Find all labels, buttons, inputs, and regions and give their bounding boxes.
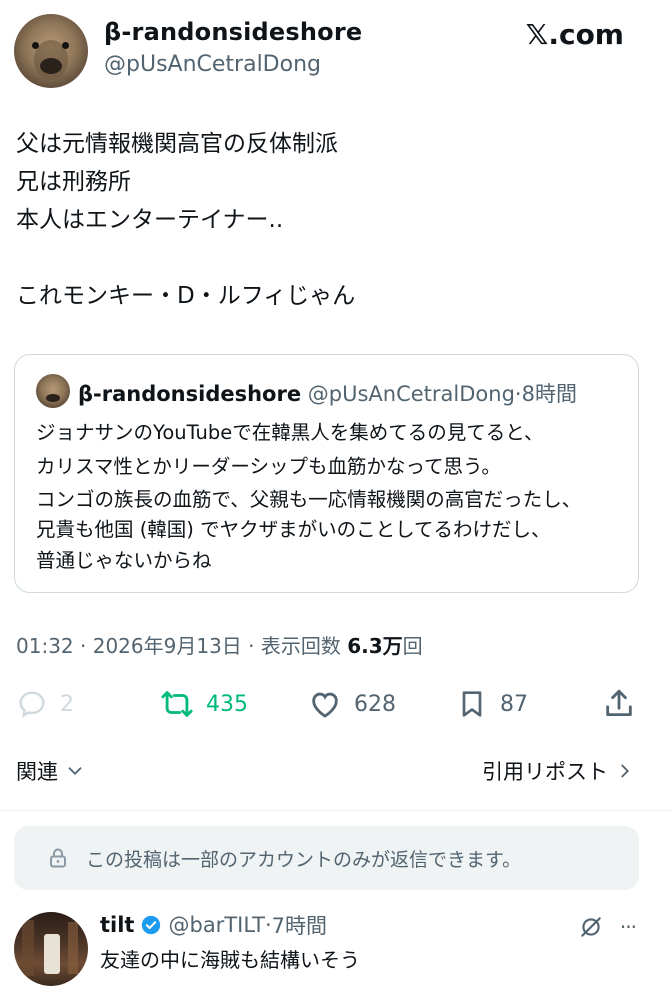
repost-icon [161, 691, 193, 717]
author-handle[interactable]: @pUsAnCetralDong [104, 52, 321, 77]
repost-count: 435 [206, 691, 248, 717]
reply-count: 2 [60, 691, 74, 717]
bookmark-icon [462, 691, 482, 717]
grok-icon[interactable] [578, 914, 604, 940]
repost-button[interactable]: 435 [160, 684, 248, 724]
separator-dot: · [241, 634, 261, 658]
chevron-down-icon [68, 767, 82, 776]
reply-restriction-text: この投稿は一部のアカウントのみが返信できます。 [86, 848, 522, 871]
post-date[interactable]: 2026年9月13日 [93, 634, 242, 658]
reply-icon [19, 691, 45, 718]
reply-header: tilt @barTILT · 7時間 [100, 910, 327, 940]
separator-dot: · [264, 913, 272, 937]
reply-author-name[interactable]: tilt [100, 913, 134, 937]
quoted-text-line: カリスマ性とかリーダーシップも血筋かなって思う。 [36, 455, 501, 478]
quoted-text-line: 普通じゃないからね [36, 549, 212, 572]
quoted-author-avatar [36, 374, 70, 408]
quote-posts-label: 引用リポスト [482, 760, 608, 784]
views-count: 6.3万 [347, 634, 403, 658]
share-button[interactable] [602, 684, 636, 724]
quoted-text-line: ジョナサンのYouTubeで在韓黒人を集めてるの見てると、 [36, 421, 544, 444]
bookmark-button[interactable]: 87 [456, 684, 528, 724]
quoted-text-line: 兄貴も他国 (韓国) でヤクザまがいのことしてるわけだし、 [36, 518, 551, 541]
like-button[interactable]: 628 [308, 684, 396, 724]
views-suffix: 回 [402, 634, 423, 658]
reply-author-avatar[interactable] [14, 912, 88, 986]
divider [0, 810, 672, 811]
separator-dot: · [73, 634, 93, 658]
quoted-post-header: β-randonsideshore @pUsAnCetralDong·8時間 [78, 378, 577, 408]
lock-icon [50, 848, 66, 868]
author-name[interactable]: β-randonsideshore [104, 18, 362, 46]
reply-tools: ··· [578, 914, 637, 940]
share-icon [606, 689, 632, 717]
reply-author-handle[interactable]: @barTILT [168, 913, 265, 937]
related-label: 関連 [16, 760, 58, 784]
quoted-author-handle: @pUsAnCetralDong [307, 382, 515, 406]
post-text-line: これモンキー・D・ルフィじゃん [16, 283, 356, 309]
quoted-post-time: 8時間 [521, 382, 577, 406]
post-text-line: 父は元情報機関高官の反体制派 [16, 131, 338, 157]
like-count: 628 [354, 691, 396, 717]
post-time[interactable]: 01:32 [16, 634, 74, 658]
reply-button[interactable]: 2 [16, 684, 74, 724]
x-logo: 𝕏.com [525, 18, 624, 51]
reply-time: 7時間 [271, 914, 328, 938]
verified-badge-icon [142, 915, 161, 935]
quoted-text-line: コンゴの族長の血筋で、父親も一応情報機関の高官だったし、 [36, 488, 582, 511]
chevron-right-icon [621, 764, 630, 778]
heart-icon [312, 692, 338, 718]
separator-dot: · [514, 382, 522, 406]
post-meta: 01:32 · 2026年9月13日 · 表示回数 6.3万回 [16, 630, 423, 659]
quote-posts-link[interactable]: 引用リポスト [482, 756, 636, 786]
reply-text: 友達の中に海賊も結構いそう [100, 948, 360, 972]
more-options-button[interactable]: ··· [620, 915, 637, 939]
bookmark-count: 87 [500, 691, 528, 717]
post-text-line: 本人はエンターテイナー.. [16, 207, 284, 233]
post-text-line: 兄は刑務所 [16, 169, 131, 195]
related-dropdown[interactable]: 関連 [16, 756, 86, 786]
reply-restriction-notice: この投稿は一部のアカウントのみが返信できます。 [14, 826, 639, 890]
views-label: 表示回数 [260, 634, 348, 658]
quoted-author-name: β-randonsideshore [78, 382, 302, 406]
author-avatar[interactable] [14, 14, 88, 88]
